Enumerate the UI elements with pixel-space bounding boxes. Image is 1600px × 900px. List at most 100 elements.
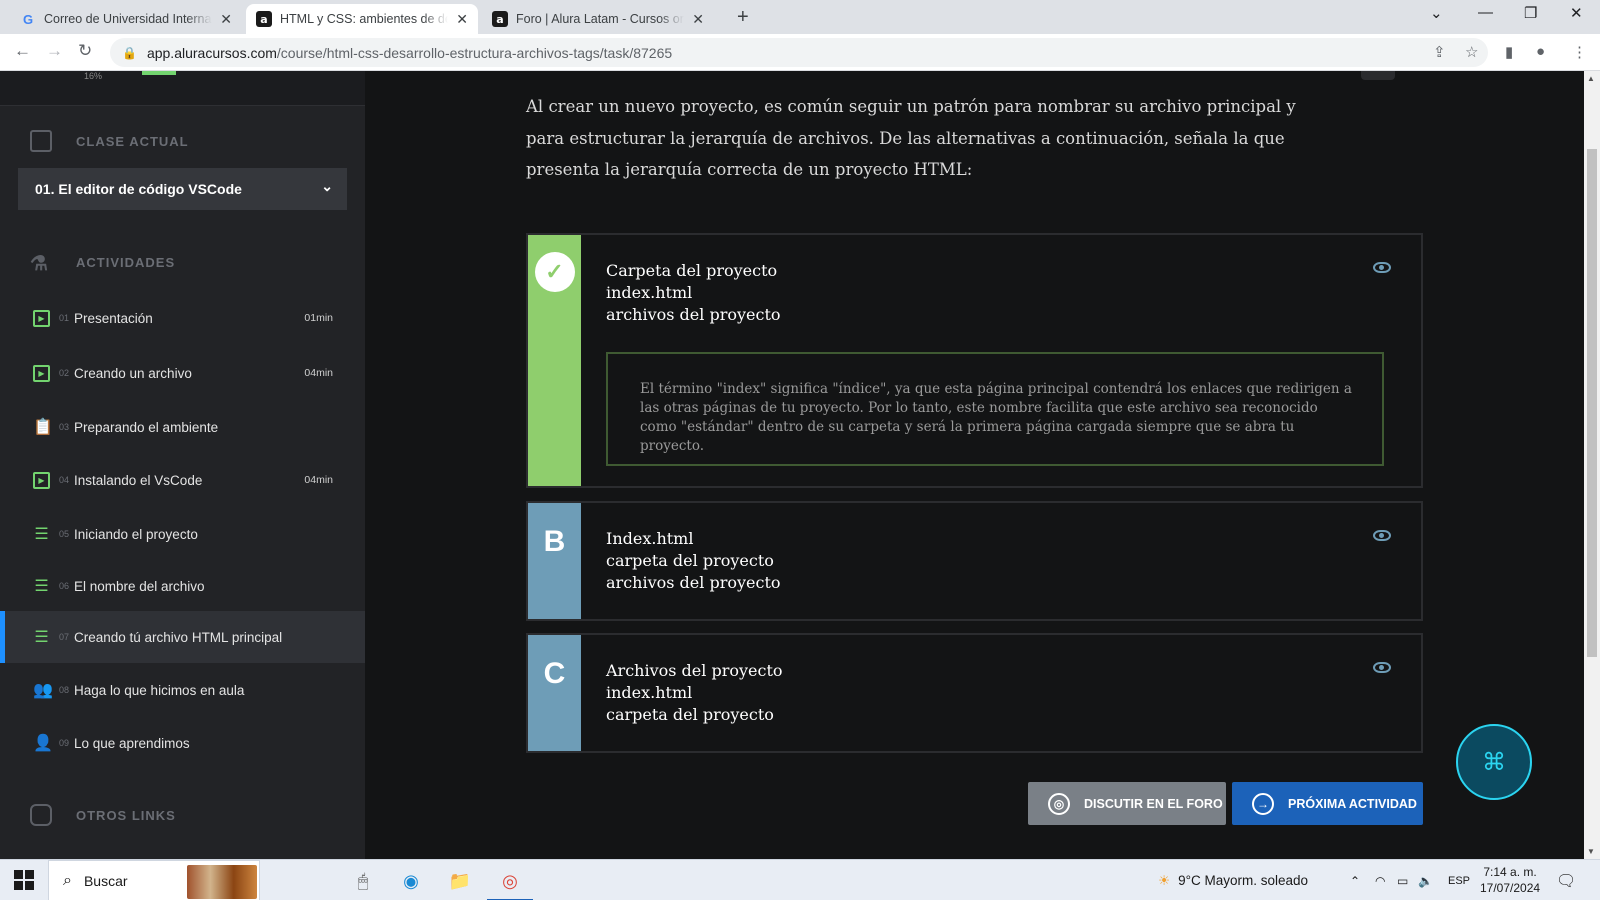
option-line: Index.html <box>606 529 694 548</box>
forward-icon[interactable]: → <box>46 41 63 61</box>
scroll-thumb[interactable] <box>1587 149 1597 657</box>
progress-percent: 16% <box>84 71 103 81</box>
sidebar-item-preparando-ambiente[interactable]: 📋 03 Preparando el ambiente <box>0 401 365 453</box>
chat-icon <box>30 804 52 826</box>
next-activity-button[interactable]: → PRÓXIMA ACTIVIDAD <box>1232 782 1423 825</box>
discuss-forum-button[interactable]: ◎ DISCUTIR EN EL FORO <box>1028 782 1226 825</box>
sidebar-item-creando-html-principal[interactable]: ☰ 07 Creando tú archivo HTML principal <box>0 611 365 663</box>
activity-duration: 04min <box>304 367 333 379</box>
file-explorer-icon[interactable]: 📁 <box>447 868 473 894</box>
browser-tab-foro[interactable]: a Foro | Alura Latam - Cursos onlin ✕ <box>482 4 714 34</box>
activity-label: Haga lo que hicimos en aula <box>74 682 245 698</box>
search-highlight-image <box>187 865 257 899</box>
option-text: Index.html carpeta del proyecto archivos… <box>606 528 781 594</box>
share-icon[interactable]: ⇪ <box>1433 43 1446 61</box>
other-links-heading: OTROS LINKS <box>30 804 176 826</box>
check-icon: ✓ <box>534 252 575 292</box>
option-line: Archivos del proyecto <box>606 661 783 680</box>
close-tab-icon[interactable]: ✕ <box>220 11 232 28</box>
close-tab-icon[interactable]: ✕ <box>692 11 704 28</box>
browser-tab-html-css[interactable]: a HTML y CSS: ambientes de desar ✕ <box>246 4 478 34</box>
battery-icon[interactable]: ▭ <box>1397 860 1408 900</box>
chrome-icon[interactable]: ◎ <box>487 868 533 900</box>
url-host: app.aluracursos.com <box>146 44 277 61</box>
top-corner-button[interactable] <box>1361 71 1395 80</box>
sidebar-item-haga-lo-que-hicimos[interactable]: 👥 08 Haga lo que hicimos en aula <box>0 664 365 716</box>
activity-content: Al crear un nuevo proyecto, es común seg… <box>365 71 1584 859</box>
course-progress: 16% <box>0 71 365 106</box>
activity-number: 02 <box>59 368 70 378</box>
side-panel-icon[interactable]: ▮ <box>1505 43 1513 61</box>
mouse-app-icon[interactable]: 🖱 <box>350 868 376 894</box>
answer-option-c[interactable]: C Archivos del proyecto index.html carpe… <box>526 633 1423 753</box>
profile-icon[interactable]: ● <box>1536 43 1545 60</box>
google-icon: G <box>22 11 34 27</box>
close-tab-icon[interactable]: ✕ <box>456 11 468 28</box>
page-scrollbar[interactable]: ▲ ▼ <box>1584 71 1600 859</box>
sidebar-item-lo-que-aprendimos[interactable]: 👤 09 Lo que aprendimos <box>0 717 365 769</box>
browser-tab-correo[interactable]: G Correo de Universidad Internacio ✕ <box>10 4 242 34</box>
language-indicator[interactable]: ESP <box>1448 860 1470 900</box>
volume-icon[interactable]: 🔈 <box>1418 860 1433 900</box>
activity-label: Lo que aprendimos <box>74 735 190 751</box>
activity-duration: 01min <box>304 312 333 324</box>
browser-tab-bar: G Correo de Universidad Internacio ✕ a H… <box>0 0 1600 34</box>
flask-icon: ⚗ <box>30 253 49 275</box>
tab-search-chevron-icon[interactable]: ⌄ <box>1430 4 1443 22</box>
activity-number: 01 <box>59 313 70 323</box>
chatbot-icon[interactable]: ⌘ <box>1456 724 1532 800</box>
sidebar-item-nombre-archivo[interactable]: ☰ 06 El nombre del archivo <box>0 560 365 612</box>
menu-dots-icon[interactable]: ⋮ <box>1572 43 1587 61</box>
activity-label: Creando un archivo <box>74 365 192 381</box>
taskbar-search[interactable]: ⌕ Buscar <box>48 860 260 900</box>
sidebar-item-presentacion[interactable]: ▶ 01 Presentación 01min <box>0 292 365 344</box>
notifications-icon[interactable]: 🗨 <box>1556 860 1576 900</box>
search-icon: ⌕ <box>63 871 72 889</box>
restore-icon[interactable]: ❐ <box>1524 4 1537 22</box>
option-line: archivos del proyecto <box>606 305 781 324</box>
activity-number: 07 <box>59 632 70 642</box>
activities-label: ACTIVIDADES <box>76 254 176 270</box>
show-hidden-icons-icon[interactable]: ⌃ <box>1350 860 1360 900</box>
class-select[interactable]: 01. El editor de código VSCode ⌄ <box>18 168 347 210</box>
book-icon <box>30 130 52 152</box>
windows-taskbar: ⌕ Buscar 🖱 ◉ 📁 ◎ ☀ 9°C Mayorm. soleado ⌃… <box>0 859 1600 900</box>
activity-label: Preparando el ambiente <box>74 419 219 435</box>
answer-option-a[interactable]: ✓ Carpeta del proyecto index.html archiv… <box>526 233 1423 488</box>
option-text: Archivos del proyecto index.html carpeta… <box>606 660 783 726</box>
question-text: Al crear un nuevo proyecto, es común seg… <box>526 97 1296 179</box>
windows-start-icon[interactable] <box>14 870 34 890</box>
reload-icon[interactable]: ↻ <box>78 41 92 61</box>
activity-number: 06 <box>59 581 70 591</box>
back-icon[interactable]: ← <box>14 41 31 61</box>
clipboard-icon: 📋 <box>33 418 53 436</box>
arrow-right-icon: → <box>1252 792 1274 815</box>
eye-icon[interactable] <box>1373 530 1391 541</box>
new-tab-icon[interactable]: + <box>737 6 749 29</box>
minimize-icon[interactable]: — <box>1478 4 1493 21</box>
url-input[interactable]: 🔒 app.aluracursos.com/course/html-css-de… <box>110 38 1488 67</box>
network-icon[interactable]: ◠ <box>1375 860 1385 900</box>
weather-widget[interactable]: ☀ 9°C Mayorm. soleado <box>1158 860 1308 900</box>
scroll-down-icon[interactable]: ▼ <box>1587 847 1595 856</box>
edge-icon[interactable]: ◉ <box>398 868 424 894</box>
sidebar-item-creando-archivo[interactable]: ▶ 02 Creando un archivo 04min <box>0 347 365 399</box>
eye-icon[interactable] <box>1373 262 1391 273</box>
option-letter: C <box>528 635 581 751</box>
list-icon: ☰ <box>34 628 49 646</box>
option-line: Carpeta del proyecto <box>606 261 778 280</box>
taskbar-clock[interactable]: 7:14 a. m. 17/07/2024 <box>1480 864 1540 896</box>
scroll-up-icon[interactable]: ▲ <box>1587 74 1595 83</box>
close-window-icon[interactable]: ✕ <box>1570 4 1583 22</box>
other-links-label: OTROS LINKS <box>76 807 176 823</box>
option-correct-marker: ✓ <box>528 235 581 486</box>
sidebar-item-instalando-vscode[interactable]: ▶ 04 Instalando el VsCode 04min <box>0 454 365 506</box>
bookmark-star-icon[interactable]: ☆ <box>1465 43 1478 61</box>
eye-icon[interactable] <box>1373 662 1391 673</box>
activity-label: El nombre del archivo <box>74 578 205 594</box>
answer-option-b[interactable]: B Index.html carpeta del proyecto archiv… <box>526 501 1423 621</box>
sidebar-item-iniciando-proyecto[interactable]: ☰ 05 Iniciando el proyecto <box>0 508 365 560</box>
video-icon: ▶ <box>33 309 50 327</box>
tab-title: Foro | Alura Latam - Cursos onlin <box>516 12 685 26</box>
activity-number: 09 <box>59 738 70 748</box>
